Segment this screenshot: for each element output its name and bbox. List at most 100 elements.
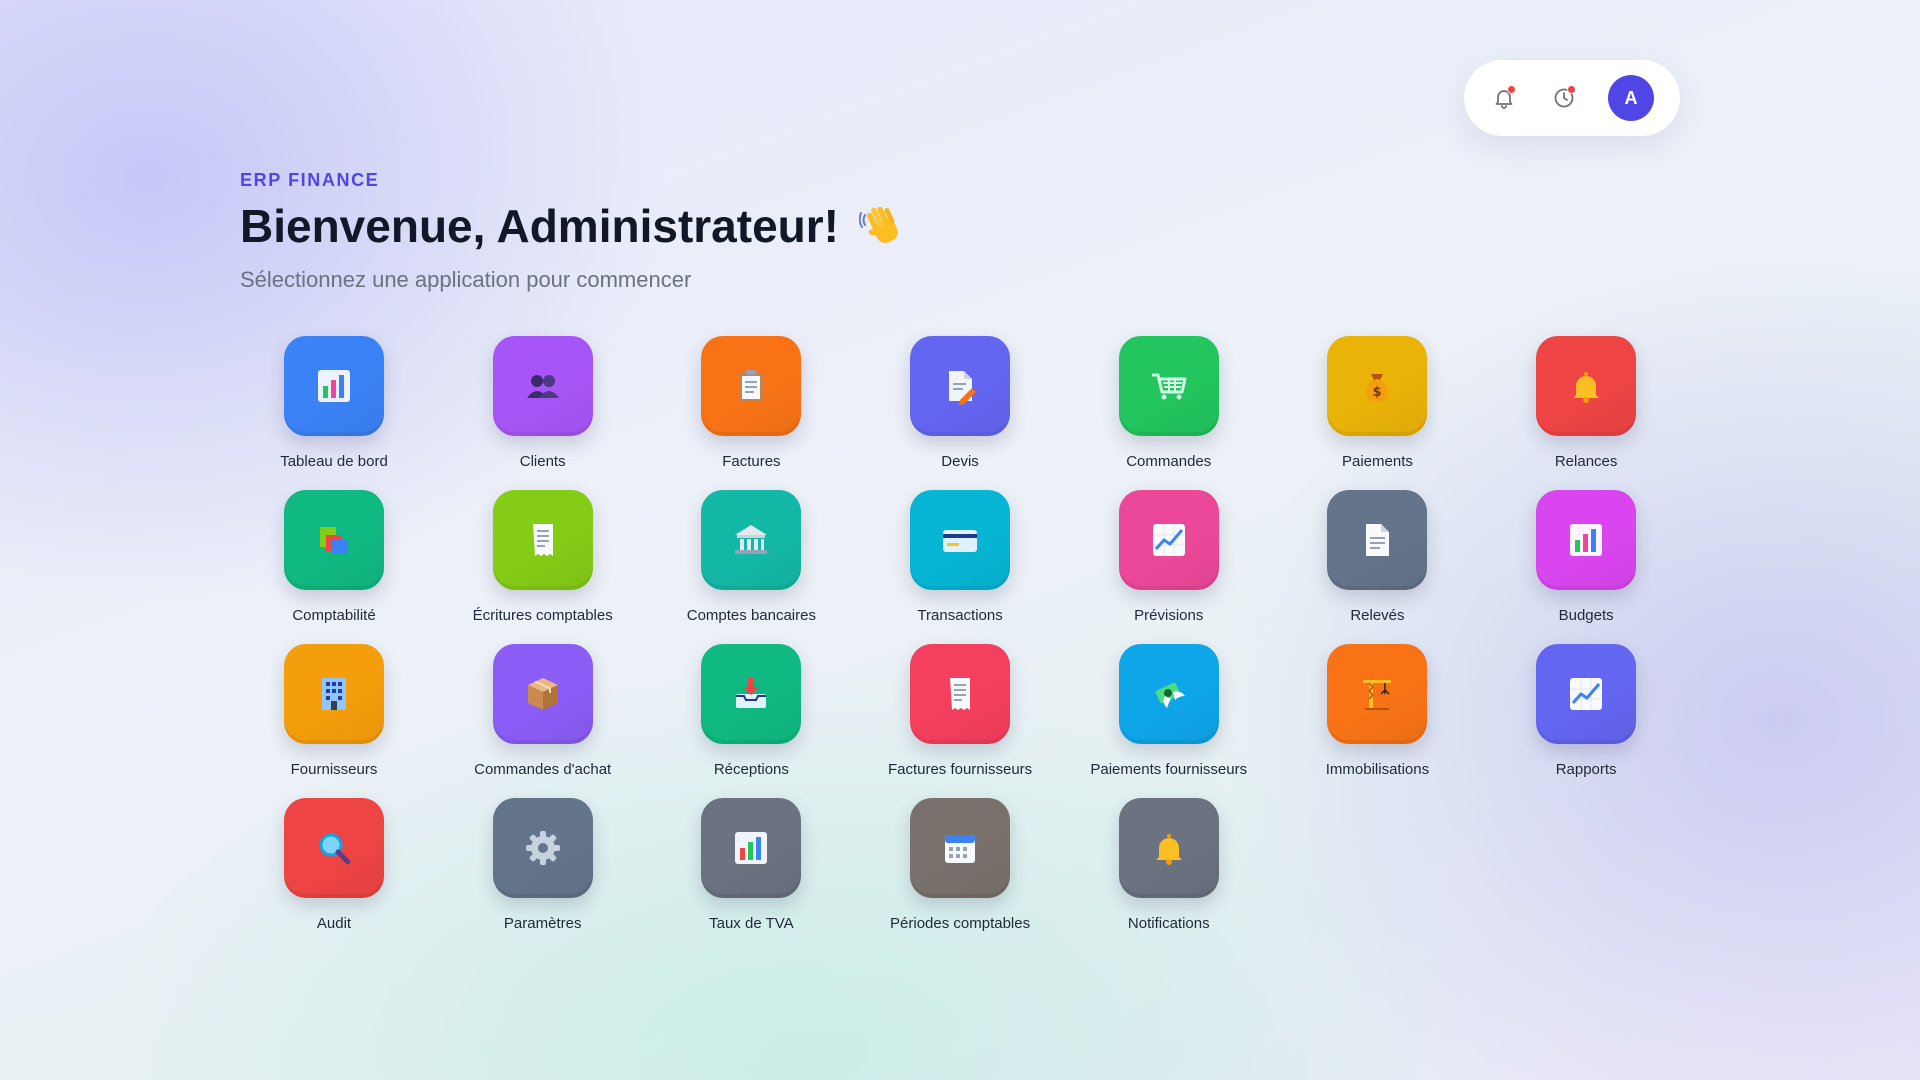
money-wings-icon: [1155, 682, 1185, 708]
trend-up-icon: [1570, 678, 1603, 710]
app-tile: [701, 336, 802, 436]
app-tile: [1536, 490, 1637, 590]
app-label: Immobilisations: [1325, 761, 1430, 778]
svg-text:$: $: [1373, 385, 1382, 400]
app-tile: [910, 490, 1011, 590]
app-paiements-fournisseurs[interactable]: Paiements fournisseurs: [1085, 644, 1253, 788]
bar-chart-icon: [1570, 524, 1603, 556]
app-tile: [492, 490, 593, 590]
app-factures[interactable]: Factures: [667, 336, 835, 480]
calendar-icon: [945, 835, 976, 863]
app-tile: [1536, 644, 1637, 744]
app-label: Taux de TVA: [709, 915, 794, 932]
app-label: Périodes comptables: [890, 915, 1031, 932]
app-ecritures-comptables[interactable]: Écritures comptables: [459, 490, 627, 634]
app-budgets[interactable]: Budgets: [1502, 490, 1670, 634]
app-periodes-comptables[interactable]: Périodes comptables: [876, 798, 1044, 942]
app-comptabilite[interactable]: Comptabilité: [250, 490, 418, 634]
app-tile: [910, 644, 1011, 744]
page-title: Bienvenue, Administrateur!: [240, 200, 839, 252]
app-tile: [701, 798, 802, 898]
app-label: Réceptions: [713, 761, 789, 778]
app-label: Audit: [316, 915, 352, 932]
office-building-icon: [322, 678, 346, 710]
gear-icon: [525, 831, 560, 865]
app-grid: Tableau de bord Clients Factures Devis C…: [250, 336, 1670, 942]
app-fournisseurs[interactable]: Fournisseurs: [250, 644, 418, 788]
app-label: Notifications: [1127, 915, 1210, 932]
avatar[interactable]: A: [1608, 75, 1654, 121]
app-factures-fournisseurs[interactable]: Factures fournisseurs: [876, 644, 1044, 788]
app-tile: [284, 336, 384, 436]
notification-badge: [1507, 85, 1516, 94]
app-label: Factures: [722, 453, 781, 470]
document-icon: [1366, 524, 1390, 556]
app-label: Rapports: [1555, 761, 1617, 778]
receipt-icon: [950, 678, 971, 710]
app-tile: [701, 644, 802, 744]
app-comptes-bancaires[interactable]: Comptes bancaires: [667, 490, 835, 634]
app-tile: [1536, 336, 1637, 436]
app-label: Comptes bancaires: [686, 607, 816, 624]
app-receptions[interactable]: Réceptions: [667, 644, 835, 788]
app-releves[interactable]: Relevés: [1293, 490, 1461, 634]
top-toolbar: A: [1464, 60, 1680, 136]
app-tile: [492, 798, 593, 898]
app-label: Relevés: [1350, 607, 1405, 624]
app-devis[interactable]: Devis: [876, 336, 1044, 480]
app-label: Budgets: [1558, 607, 1614, 624]
app-tile: [492, 336, 593, 436]
app-label: Devis: [941, 453, 979, 470]
receipt-icon: [532, 524, 553, 556]
app-relances[interactable]: Relances: [1502, 336, 1670, 480]
app-tile: [284, 490, 384, 590]
app-tile: [701, 490, 802, 590]
app-audit[interactable]: Audit: [250, 798, 418, 942]
bank-icon: [735, 525, 768, 554]
app-label: Fournisseurs: [290, 761, 378, 778]
app-label: Paiements fournisseurs: [1090, 761, 1248, 778]
app-immobilisations[interactable]: Immobilisations: [1293, 644, 1461, 788]
app-paiements[interactable]: $ Paiements: [1293, 336, 1461, 480]
app-commandes-achat[interactable]: Commandes d'achat: [459, 644, 627, 788]
app-previsions[interactable]: Prévisions: [1085, 490, 1253, 634]
history-button[interactable]: [1548, 82, 1580, 114]
trend-up-icon: [1152, 524, 1185, 556]
app-commandes[interactable]: Commandes: [1085, 336, 1253, 480]
app-tile: $: [1327, 336, 1428, 436]
app-tile: [910, 336, 1011, 436]
clipboard-icon: [739, 370, 764, 402]
app-tile: [284, 644, 384, 744]
construction-crane-icon: [1363, 680, 1392, 710]
package-icon: [527, 678, 558, 710]
bell-icon: [1155, 834, 1182, 865]
app-rapports[interactable]: Rapports: [1502, 644, 1670, 788]
app-tableau-de-bord[interactable]: Tableau de bord: [250, 336, 418, 480]
history-badge: [1567, 85, 1576, 94]
app-label: Relances: [1554, 453, 1618, 470]
magnifier-icon: [319, 833, 351, 865]
app-transactions[interactable]: Transactions: [876, 490, 1044, 634]
app-label: Commandes: [1126, 453, 1212, 470]
app-parametres[interactable]: Paramètres: [459, 798, 627, 942]
app-label: Paiements: [1342, 453, 1413, 470]
notifications-button[interactable]: [1488, 82, 1520, 114]
title-row: Bienvenue, Administrateur!: [240, 198, 909, 254]
users-icon: [526, 375, 559, 398]
app-tile: [1118, 336, 1219, 436]
document-pencil-icon: [949, 371, 977, 405]
app-label: Clients: [519, 453, 566, 470]
app-label: Comptabilité: [292, 607, 376, 624]
app-taux-de-tva[interactable]: Taux de TVA: [667, 798, 835, 942]
app-label: Transactions: [917, 607, 1003, 624]
bar-chart-icon: [735, 832, 768, 864]
inbox-tray-icon: [736, 678, 767, 708]
books-icon: [320, 527, 348, 554]
app-tile: [1327, 490, 1428, 590]
app-clients[interactable]: Clients: [459, 336, 627, 480]
shopping-cart-icon: [1151, 373, 1187, 400]
credit-card-icon: [943, 530, 978, 552]
app-notifications[interactable]: Notifications: [1085, 798, 1253, 942]
app-label: Prévisions: [1134, 607, 1204, 624]
page-header: ERP FINANCE Bienvenue, Administrateur! S…: [240, 168, 909, 294]
